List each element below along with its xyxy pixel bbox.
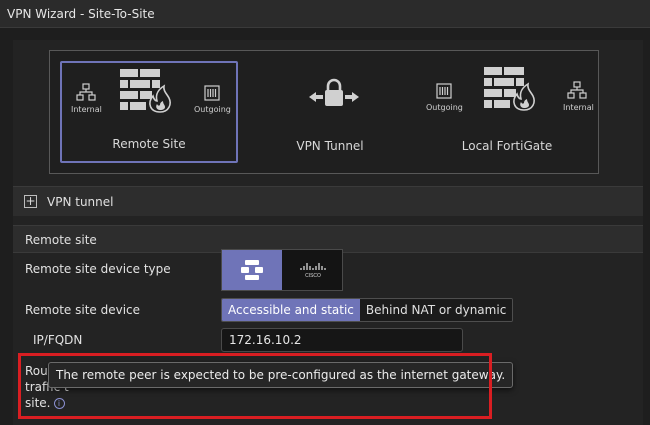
accessible-static-option[interactable]: Accessible and static [222, 299, 360, 321]
firewall-flame-icon [120, 69, 174, 117]
topology-diagram: Internal Outgoing Remote Site VPN Tunnel… [49, 50, 599, 174]
lock-arrows-icon [307, 77, 361, 115]
device-type-label: Remote site device type [25, 262, 171, 276]
vpn-tunnel-label: VPN Tunnel [296, 139, 364, 153]
svg-text:CISCO: CISCO [305, 273, 321, 278]
remote-internal-label: Internal [71, 105, 102, 114]
topology-node-remote-site[interactable]: Internal Outgoing Remote Site [60, 61, 238, 163]
ip-fqdn-input[interactable]: 172.16.10.2 [221, 328, 463, 352]
remote-site-device-label: Remote site device [25, 303, 141, 317]
remote-site-label: Remote Site [112, 137, 186, 151]
behind-nat-option[interactable]: Behind NAT or dynamic [359, 299, 513, 321]
cisco-logo-icon: CISCO [300, 262, 326, 282]
network-topology-icon [76, 83, 96, 105]
remote-site-section-title: Remote site [25, 233, 97, 247]
window-title: VPN Wizard - Site-To-Site [0, 0, 650, 28]
device-type-selector: CISCO [221, 249, 343, 291]
local-internal-label: Internal [563, 103, 594, 112]
vpn-tunnel-section[interactable]: + VPN tunnel [13, 186, 643, 216]
wizard-panel: Internal Outgoing Remote Site VPN Tunnel… [13, 40, 643, 425]
remote-outgoing-label: Outgoing [194, 105, 231, 114]
local-fortigate-label: Local FortiGate [461, 139, 553, 153]
highlight-annotation-box [18, 353, 492, 419]
remote-site-device-toggle: Accessible and static Behind NAT or dyna… [221, 298, 514, 322]
vpn-tunnel-section-title: VPN tunnel [47, 195, 114, 209]
firewall-flame-icon [484, 67, 538, 115]
network-topology-icon [567, 81, 587, 103]
expand-plus-icon[interactable]: + [24, 195, 37, 208]
switch-ports-icon [436, 83, 452, 103]
topology-node-vpn-tunnel[interactable]: VPN Tunnel [255, 61, 405, 163]
device-type-cisco-option[interactable]: CISCO [282, 250, 342, 290]
topology-node-local-fortigate[interactable]: Outgoing Internal Local FortiGate [422, 61, 594, 163]
device-type-fortigate-option[interactable] [222, 250, 282, 290]
local-outgoing-label: Outgoing [426, 103, 463, 112]
ip-fqdn-label: IP/FQDN [33, 333, 83, 347]
switch-ports-icon [204, 85, 220, 105]
fortigate-logo-icon [241, 260, 263, 284]
wizard-window: Internal Outgoing Remote Site VPN Tunnel… [0, 28, 650, 425]
